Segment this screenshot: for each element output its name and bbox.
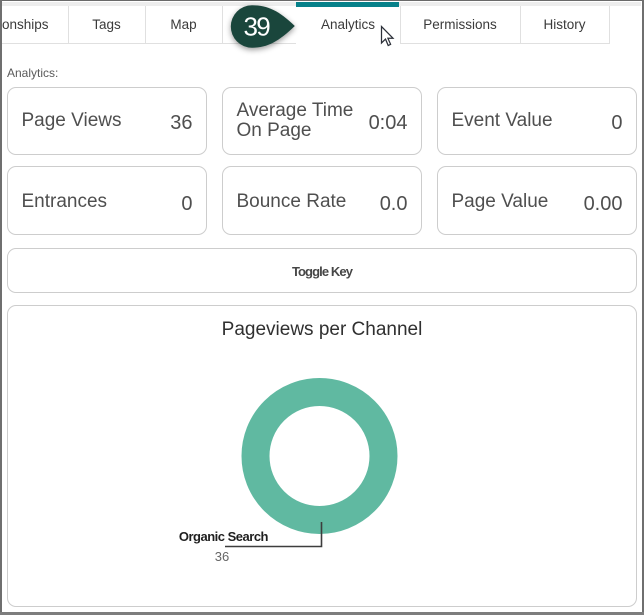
- svg-text:39: 39: [244, 12, 271, 42]
